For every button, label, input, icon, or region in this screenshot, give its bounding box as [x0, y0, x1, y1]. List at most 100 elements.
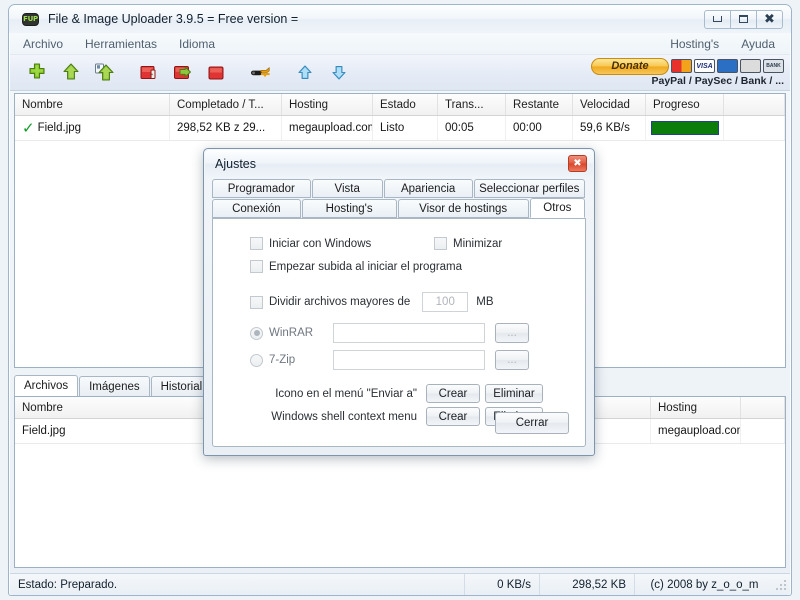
status-text: Estado: Preparado. — [10, 574, 465, 595]
amex-icon — [717, 59, 738, 74]
sendto-remove-button[interactable]: Eliminar — [485, 384, 543, 403]
status-size: 298,52 KB — [540, 574, 635, 595]
column-header-filler — [724, 94, 785, 115]
column-header-progreso[interactable]: Progreso — [646, 94, 724, 115]
winrar-path-input[interactable] — [333, 323, 485, 343]
move-down-icon — [332, 65, 346, 80]
application-window: FUP File & Image Uploader 3.9.5 = Free v… — [0, 0, 800, 600]
table-row[interactable]: ✓ Field.jpg 298,52 KB z 29... megaupload… — [15, 116, 785, 140]
checkbox-minimizar[interactable] — [434, 237, 447, 250]
column-header-estado[interactable]: Estado — [373, 94, 438, 115]
archiver-7zip-row[interactable]: 7-Zip ... — [250, 350, 529, 370]
files-column-header-hosting[interactable]: Hosting — [651, 397, 741, 418]
dialog-tab-conexion[interactable]: Conexión — [212, 199, 301, 218]
dialog-close-button[interactable]: ✖ — [568, 155, 587, 172]
visa-icon: VISA — [694, 59, 715, 74]
cell-velocidad: 59,6 KB/s — [573, 116, 646, 140]
dialog-title-bar[interactable]: Ajustes ✖ — [205, 150, 593, 177]
shell-create-button[interactable]: Crear — [426, 407, 480, 426]
label-dividir-archivos: Dividir archivos mayores de — [269, 296, 411, 308]
toolbar-upload-queue-button[interactable] — [88, 56, 122, 90]
close-icon: ✖ — [764, 11, 775, 27]
settings-dialog[interactable]: Ajustes ✖ Programador Vista Apariencia S… — [203, 148, 595, 456]
dialog-tab-apariencia[interactable]: Apariencia — [383, 179, 473, 198]
split-size-input[interactable]: 100 — [422, 292, 469, 312]
donate-caption: PayPal / PaySec / Bank / ... — [651, 74, 785, 87]
cell-estado: Listo — [373, 116, 438, 140]
toolbar-settings-button[interactable] — [244, 56, 278, 90]
toolbar-add-file-button[interactable] — [20, 56, 54, 90]
dialog-tab-seleccionar-perfiles[interactable]: Seleccionar perfiles — [473, 179, 585, 198]
column-header-completado[interactable]: Completado / T... — [170, 94, 282, 115]
close-button[interactable]: ✖ — [756, 9, 783, 29]
mastercard-icon — [671, 59, 692, 74]
move-up-icon — [298, 64, 312, 79]
cell-nombre: ✓ Field.jpg — [15, 116, 170, 140]
upload-queue-icon — [95, 63, 114, 81]
dialog-cerrar-button[interactable]: Cerrar — [495, 412, 569, 434]
minimize-button[interactable] — [704, 9, 731, 29]
toolbar-upload-button[interactable] — [54, 56, 88, 90]
option-minimizar[interactable]: Minimizar — [434, 237, 502, 250]
checkbox-empezar-subida[interactable] — [250, 260, 263, 273]
column-header-velocidad[interactable]: Velocidad — [573, 94, 646, 115]
column-header-nombre[interactable]: Nombre — [15, 94, 170, 115]
toolbar-resume-button[interactable] — [166, 56, 200, 90]
resize-grip-icon[interactable] — [774, 578, 788, 592]
status-speed: 0 KB/s — [465, 574, 540, 595]
toolbar-move-down-button[interactable] — [322, 56, 356, 90]
maximize-icon — [739, 15, 748, 23]
option-iniciar-con-windows[interactable]: Iniciar con Windows — [250, 237, 371, 250]
dialog-tab-panel-otros: Iniciar con Windows Minimizar Empezar su… — [212, 218, 586, 447]
checkbox-dividir-archivos[interactable] — [250, 295, 263, 309]
donate-button[interactable]: Donate — [591, 57, 669, 75]
tab-archivos[interactable]: Archivos — [14, 375, 79, 396]
sendto-row: Icono en el menú "Enviar a" Crear Elimin… — [231, 384, 543, 403]
radio-winrar[interactable] — [250, 326, 263, 340]
column-header-restante[interactable]: Restante — [506, 94, 573, 115]
sendto-create-button[interactable]: Crear — [426, 384, 480, 403]
toolbar-stop-button[interactable] — [200, 56, 234, 90]
dialog-tab-hostings[interactable]: Hosting's — [301, 199, 397, 218]
radio-7zip[interactable] — [250, 353, 263, 367]
menu-item-idioma[interactable]: Idioma — [170, 35, 224, 53]
menu-item-herramientas[interactable]: Herramientas — [76, 35, 166, 53]
toolbar-move-up-button[interactable] — [288, 56, 322, 90]
dialog-tab-programador[interactable]: Programador — [212, 179, 311, 198]
stop-icon — [208, 66, 224, 79]
files-cell-hosting: megaupload.com — [651, 419, 741, 443]
tab-imagenes[interactable]: Imágenes — [79, 376, 150, 396]
split-size-unit: MB — [476, 296, 494, 308]
menu-item-hostings[interactable]: Hosting's — [661, 35, 728, 53]
winrar-browse-button[interactable]: ... — [495, 323, 529, 343]
menu-item-archivo[interactable]: Archivo — [14, 35, 72, 53]
check-icon: ✓ — [22, 118, 35, 137]
title-bar[interactable]: FUP File & Image Uploader 3.9.5 = Free v… — [9, 5, 791, 33]
label-iniciar-con-windows: Iniciar con Windows — [269, 237, 372, 250]
minimize-icon — [713, 16, 722, 22]
dialog-tab-vista[interactable]: Vista — [311, 179, 383, 198]
dialog-tab-otros[interactable]: Otros — [529, 198, 585, 218]
files-cell-filler — [741, 419, 785, 443]
toolbar-delete-button[interactable] — [132, 56, 166, 90]
maximize-button[interactable] — [730, 9, 757, 29]
label-shell-context: Windows shell context menu — [271, 410, 417, 423]
column-header-hosting[interactable]: Hosting — [282, 94, 373, 115]
cell-completado: 298,52 KB z 29... — [170, 116, 282, 140]
sevenzip-path-input[interactable] — [333, 350, 485, 370]
discover-icon — [740, 59, 761, 74]
menu-item-ayuda[interactable]: Ayuda — [732, 35, 784, 53]
option-empezar-subida[interactable]: Empezar subida al iniciar el programa — [250, 260, 462, 273]
option-dividir-archivos[interactable]: Dividir archivos mayores de 100 MB — [250, 292, 494, 312]
dialog-tab-visor-de-hostings[interactable]: Visor de hostings — [397, 199, 529, 218]
dialog-tab-row-2: Conexión Hosting's Visor de hostings Otr… — [212, 198, 586, 218]
archiver-winrar-row[interactable]: WinRAR ... — [250, 323, 529, 343]
checkbox-iniciar-con-windows[interactable] — [250, 237, 263, 250]
sevenzip-browse-button[interactable]: ... — [495, 350, 529, 370]
label-minimizar: Minimizar — [453, 237, 503, 250]
transfer-list-header: Nombre Completado / T... Hosting Estado … — [15, 94, 785, 116]
window-title: File & Image Uploader 3.9.5 = Free versi… — [48, 12, 299, 26]
dialog-body: Programador Vista Apariencia Seleccionar… — [212, 179, 586, 447]
column-header-transcurrido[interactable]: Trans... — [438, 94, 506, 115]
dialog-tab-row-1: Programador Vista Apariencia Seleccionar… — [212, 179, 586, 198]
